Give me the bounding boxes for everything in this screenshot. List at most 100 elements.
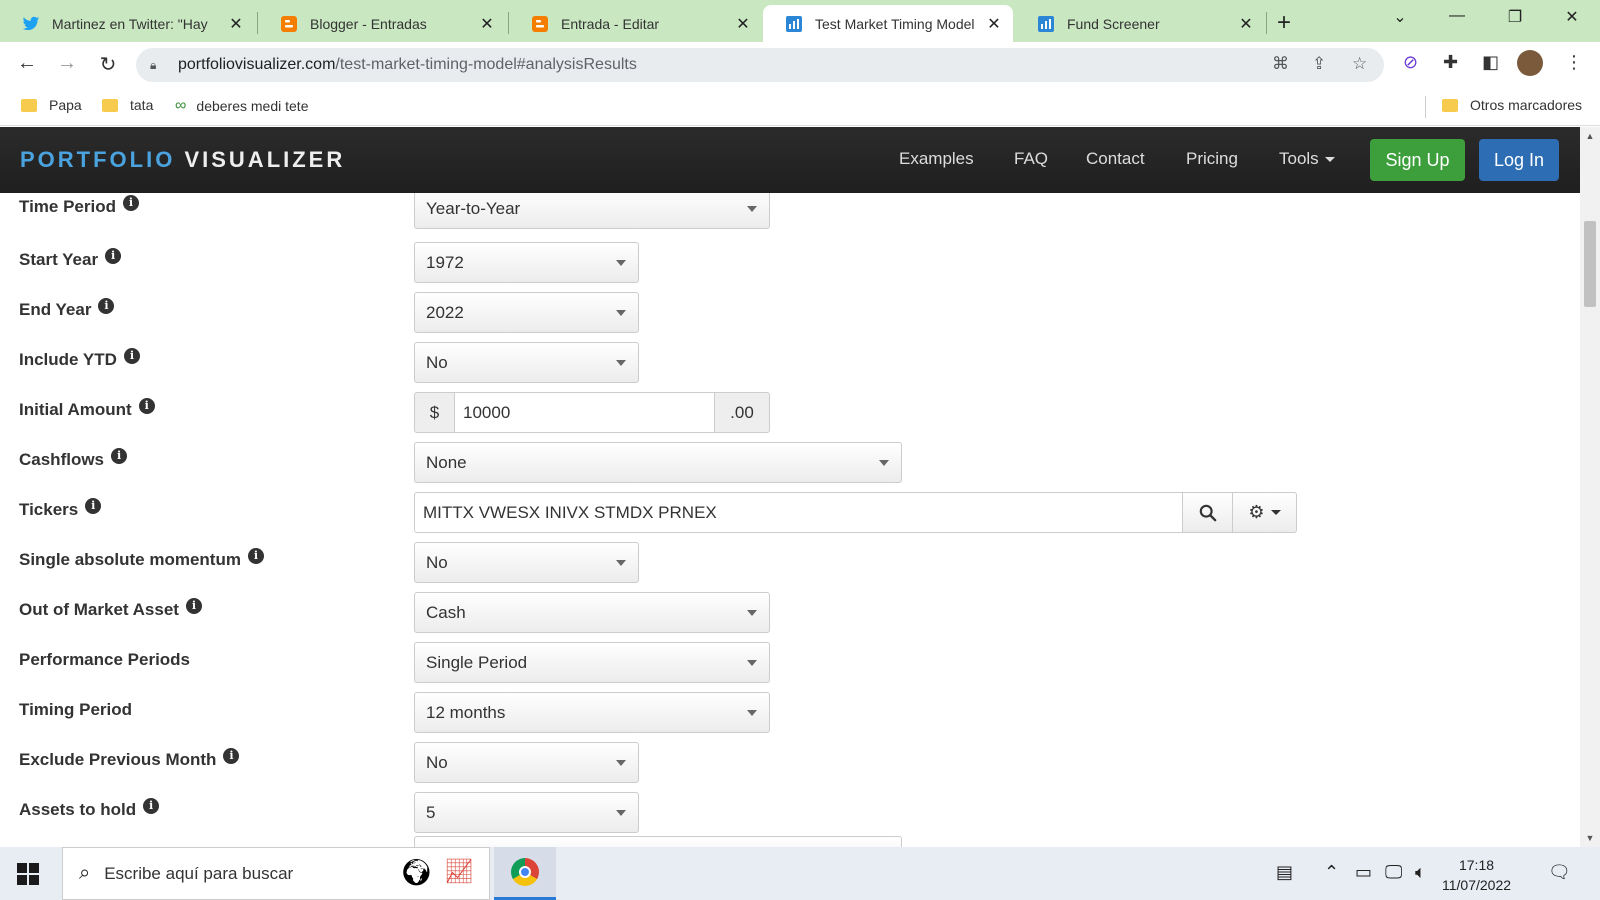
exclude-prev-month-select[interactable]: No <box>414 742 639 783</box>
nav-tools[interactable]: Tools <box>1279 149 1335 169</box>
bookmark-tata[interactable]: tata <box>102 97 153 113</box>
currency-prefix: $ <box>414 392 455 433</box>
search-icon <box>1199 504 1216 521</box>
extensions-puzzle-icon[interactable]: ✚ <box>1443 52 1458 73</box>
tab-search-chevron-icon[interactable]: ⌄ <box>1385 7 1415 27</box>
infinity-icon: ∞ <box>175 97 187 114</box>
row-tickers: Tickers i MITTX VWESX INIVX STMDX PRNEX ⚙ <box>0 492 1580 542</box>
info-icon[interactable]: i <box>247 548 264 564</box>
info-icon[interactable]: i <box>105 248 122 264</box>
info-icon[interactable]: i <box>123 195 139 211</box>
news-widget-icon[interactable]: ▤ <box>1276 862 1293 883</box>
bookmark-star-icon[interactable]: ☆ <box>1352 54 1367 74</box>
row-initial-amount: Initial Amount i $ 10000 .00 <box>0 392 1580 442</box>
start-year-select[interactable]: 1972 <box>414 242 639 283</box>
start-year-label: Start Year i <box>19 248 122 270</box>
new-tab-icon[interactable]: + <box>1277 9 1291 37</box>
back-arrow-icon[interactable]: ← <box>14 52 40 75</box>
next-field-select[interactable] <box>414 836 902 847</box>
url-bar[interactable]: 🔒︎ portfoliovisualizer.com/test-market-t… <box>136 48 1384 82</box>
reload-icon[interactable]: ↻ <box>95 52 121 77</box>
volume-icon[interactable]: 🔈︎ <box>1415 862 1426 883</box>
bookmark-papa[interactable]: Papa <box>21 97 82 113</box>
info-icon[interactable]: i <box>111 448 128 464</box>
row-single-absolute-momentum: Single absolute momentum i No <box>0 542 1580 592</box>
browser-tab-bar: Martinez en Twitter: "Hay ✕ Blogger - En… <box>0 0 1600 42</box>
tab-title: Fund Screener <box>1067 15 1160 32</box>
info-icon[interactable]: i <box>85 498 102 514</box>
tab-fund-screener[interactable]: Fund Screener ✕ <box>1015 5 1265 42</box>
info-icon[interactable]: i <box>143 798 160 814</box>
site-logo[interactable]: PORTFOLIO VISUALIZER <box>20 147 345 173</box>
other-bookmarks[interactable]: Otros marcadores <box>1442 97 1582 113</box>
forward-arrow-icon[interactable]: → <box>54 52 80 75</box>
timing-period-select[interactable]: 12 months <box>414 692 770 733</box>
nav-faq[interactable]: FAQ <box>1014 149 1048 169</box>
tab-separator <box>1266 12 1267 34</box>
folder-icon <box>102 98 118 112</box>
info-icon[interactable]: i <box>138 398 155 414</box>
time-period-select[interactable]: Year-to-Year <box>414 193 770 229</box>
info-icon[interactable]: i <box>223 748 240 764</box>
single-momentum-select[interactable]: No <box>414 542 639 583</box>
close-tab-icon[interactable]: ✕ <box>1237 14 1255 34</box>
translate-icon[interactable]: ⌘ <box>1272 54 1289 74</box>
blogger-icon <box>280 15 298 33</box>
restore-icon[interactable]: ❐ <box>1500 7 1530 27</box>
tickers-input[interactable]: MITTX VWESX INIVX STMDX PRNEX <box>414 492 1183 533</box>
close-window-icon[interactable]: ✕ <box>1557 7 1587 27</box>
tab-blogger-entradas[interactable]: Blogger - Entradas ✕ <box>258 5 506 42</box>
side-panel-icon[interactable]: ◧ <box>1482 52 1499 73</box>
adblock-extension-icon[interactable]: ⊘ <box>1403 52 1418 73</box>
sign-up-button[interactable]: Sign Up <box>1370 139 1465 181</box>
row-out-of-market-asset: Out of Market Asset i Cash <box>0 592 1580 642</box>
search-button[interactable] <box>1183 492 1233 533</box>
close-tab-icon[interactable]: ✕ <box>985 14 1003 34</box>
out-of-market-select[interactable]: Cash <box>414 592 770 633</box>
cashflows-select[interactable]: None <box>414 442 902 483</box>
log-in-button[interactable]: Log In <box>1479 139 1559 181</box>
tab-title: Blogger - Entradas <box>310 15 427 32</box>
initial-amount-input[interactable]: 10000 <box>455 392 714 433</box>
profile-avatar[interactable] <box>1517 50 1543 76</box>
menu-dots-icon[interactable]: ⋮ <box>1565 52 1583 73</box>
nav-examples[interactable]: Examples <box>899 149 974 169</box>
row-timing-period: Timing Period 12 months <box>0 692 1580 742</box>
tab-blogger-editar[interactable]: Entrada - Editar ✕ <box>509 5 762 42</box>
performance-periods-label: Performance Periods <box>19 650 191 669</box>
share-icon[interactable]: ⇪ <box>1312 54 1326 74</box>
ticker-settings-button[interactable]: ⚙ <box>1233 492 1297 533</box>
tickers-label: Tickers i <box>19 498 102 520</box>
battery-icon[interactable]: ▭ <box>1355 862 1372 883</box>
notifications-icon[interactable]: 🗨︎ <box>1548 862 1571 883</box>
nav-tools-label: Tools <box>1279 149 1319 168</box>
chevron-up-icon[interactable]: ⌃ <box>1324 862 1339 883</box>
scroll-up-icon[interactable]: ▲ <box>1580 131 1600 141</box>
scroll-thumb[interactable] <box>1584 221 1596 307</box>
network-icon[interactable]: 🖵︎ <box>1385 862 1402 883</box>
assets-to-hold-select[interactable]: 5 <box>414 792 639 833</box>
tab-twitter[interactable]: Martinez en Twitter: "Hay ✕ <box>0 5 255 42</box>
chrome-taskbar-button[interactable] <box>494 847 556 900</box>
end-year-select[interactable]: 2022 <box>414 292 639 333</box>
windows-start-icon[interactable] <box>17 863 39 885</box>
tab-test-market-timing[interactable]: Test Market Timing Model ✕ <box>763 5 1013 42</box>
nav-pricing[interactable]: Pricing <box>1186 149 1238 169</box>
info-icon[interactable]: i <box>98 298 115 314</box>
bookmark-deberes[interactable]: ∞ deberes medi tete <box>175 97 308 115</box>
scroll-down-icon[interactable]: ▼ <box>1580 833 1600 843</box>
page-scrollbar[interactable]: ▲ ▼ <box>1580 127 1600 847</box>
minimize-icon[interactable]: — <box>1442 7 1472 25</box>
info-icon[interactable]: i <box>123 348 140 364</box>
close-tab-icon[interactable]: ✕ <box>734 14 752 34</box>
close-tab-icon[interactable]: ✕ <box>478 14 496 34</box>
search-highlight-globe-icon: 🌍︎ <box>400 857 434 887</box>
info-icon[interactable]: i <box>185 598 202 614</box>
include-ytd-select[interactable]: No <box>414 342 639 383</box>
close-tab-icon[interactable]: ✕ <box>227 14 245 34</box>
performance-periods-select[interactable]: Single Period <box>414 642 770 683</box>
nav-contact[interactable]: Contact <box>1086 149 1145 169</box>
bookmark-label: deberes medi tete <box>196 98 309 114</box>
clock-time: 17:18 <box>1458 857 1495 873</box>
taskbar-clock[interactable]: 17:18 11/07/2022 <box>1442 855 1511 895</box>
